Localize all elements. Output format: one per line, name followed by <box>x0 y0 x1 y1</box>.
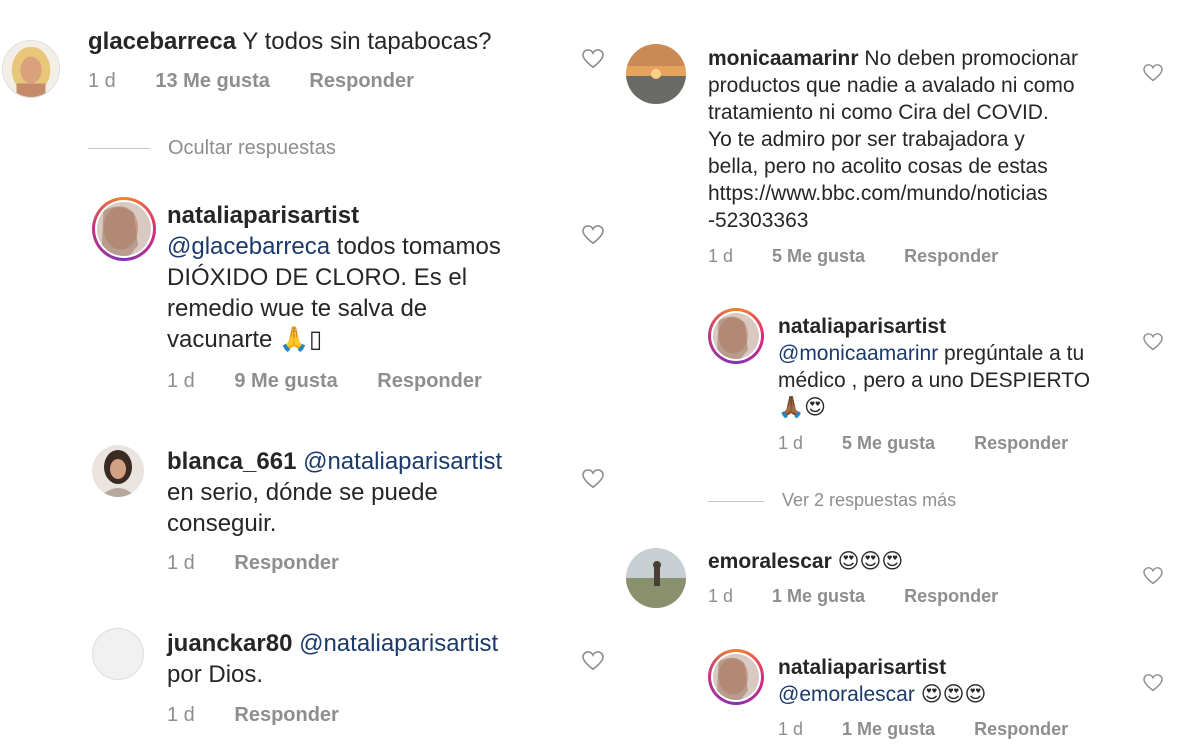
mention-link[interactable]: @nataliaparisartist <box>303 448 502 475</box>
avatar-nataliaparisartist[interactable] <box>708 649 764 705</box>
likes-count[interactable]: 1 Me gusta <box>772 586 865 606</box>
hide-replies-toggle[interactable]: Ocultar respuestas <box>88 137 336 160</box>
comment-text: tratamiento ni como Cira del COVID. <box>708 101 1049 124</box>
avatar-juanckar80[interactable] <box>92 628 144 680</box>
mention-link[interactable]: @monicaamarinr <box>778 342 938 365</box>
comment-time: 1 d <box>167 552 195 574</box>
comment-text: remedio wue te salva de <box>167 295 428 322</box>
like-heart-icon[interactable] <box>582 651 604 671</box>
divider-line <box>88 148 150 150</box>
username-monicaamarinr[interactable]: monicaamarinr <box>708 47 859 70</box>
comment-text: por Dios. <box>167 661 264 688</box>
comment-text: en serio, dónde se puede <box>167 479 438 506</box>
avatar-nataliaparisartist[interactable] <box>92 197 156 261</box>
pray-emoji: 🙏▯ <box>279 325 323 353</box>
avatar-blanca_661[interactable] <box>92 445 144 497</box>
reply-button[interactable]: Responder <box>377 370 481 392</box>
emoji-reaction: 🙏🏾😍 <box>778 395 827 419</box>
comment-text: bella, pero no acolito cosas de estas <box>708 155 1048 178</box>
likes-count[interactable]: 13 Me gusta <box>155 70 269 92</box>
likes-count[interactable]: 1 Me gusta <box>842 719 935 739</box>
username-nataliaparisartist[interactable]: nataliaparisartist <box>167 202 359 229</box>
reply-button[interactable]: Responder <box>904 246 998 266</box>
likes-count[interactable]: 5 Me gusta <box>772 246 865 266</box>
likes-count[interactable]: 9 Me gusta <box>234 370 337 392</box>
username-emoralescar[interactable]: emoralescar <box>708 550 832 573</box>
like-heart-icon[interactable] <box>582 469 604 489</box>
comment-text: No deben promocionar <box>864 47 1079 70</box>
comment-text: productos que nadie a avalado ni como <box>708 74 1075 97</box>
mention-link[interactable]: @glacebarreca <box>167 233 330 260</box>
right-comments-panel: monicaamarinr No deben promocionar produ… <box>615 0 1200 744</box>
like-heart-icon[interactable] <box>1143 567 1163 585</box>
reply-button[interactable]: Responder <box>234 704 338 726</box>
username-nataliaparisartist[interactable]: nataliaparisartist <box>778 315 946 338</box>
comment-time: 1 d <box>778 719 804 739</box>
comment-text: todos tomamos <box>336 233 501 260</box>
reply-button[interactable]: Responder <box>309 70 413 92</box>
comment-time: 1 d <box>88 70 116 92</box>
comment-time: 1 d <box>167 704 195 726</box>
comment-time: 1 d <box>778 433 804 453</box>
comment-time: 1 d <box>708 586 734 606</box>
mention-link[interactable]: @nataliaparisartist <box>299 630 498 657</box>
view-more-replies-toggle[interactable]: Ver 2 respuestas más <box>708 490 956 511</box>
comment-text: Y todos sin tapabocas? <box>242 28 492 55</box>
username-juanckar80[interactable]: juanckar80 <box>167 630 292 657</box>
comment-text: conseguir. <box>167 510 277 537</box>
comment-time: 1 d <box>167 370 195 392</box>
comment-text: médico , pero a uno DESPIERTO <box>778 369 1091 392</box>
mention-link[interactable]: @emoralescar <box>778 683 915 706</box>
avatar-nataliaparisartist[interactable] <box>708 308 764 364</box>
heart-eyes-emoji: 😍😍😍 <box>920 682 987 706</box>
like-heart-icon[interactable] <box>582 225 604 245</box>
comment-time: 1 d <box>708 246 734 266</box>
comment-link[interactable]: -52303363 <box>708 207 1158 234</box>
like-heart-icon[interactable] <box>1143 674 1163 692</box>
reply-button[interactable]: Responder <box>974 719 1068 739</box>
avatar-glacebarreca[interactable] <box>2 40 60 98</box>
avatar-emoralescar[interactable] <box>626 548 686 608</box>
divider-line <box>708 500 764 502</box>
hide-replies-label: Ocultar respuestas <box>168 137 336 159</box>
like-heart-icon[interactable] <box>582 49 604 69</box>
like-heart-icon[interactable] <box>1143 64 1163 82</box>
comment-text: pregúntale a tu <box>944 342 1085 365</box>
comment-text: vacunarte <box>167 326 273 353</box>
left-comments-panel: glacebarreca Y todos sin tapabocas? 1 d … <box>0 0 615 744</box>
reply-button[interactable]: Responder <box>974 433 1068 453</box>
reply-button[interactable]: Responder <box>234 552 338 574</box>
like-heart-icon[interactable] <box>1143 333 1163 351</box>
username-glacebarreca[interactable]: glacebarreca <box>88 28 236 55</box>
avatar-monicaamarinr[interactable] <box>626 44 686 104</box>
username-blanca_661[interactable]: blanca_661 <box>167 448 296 475</box>
comment-text: Yo te admiro por ser trabajadora y <box>708 128 1025 151</box>
username-nataliaparisartist[interactable]: nataliaparisartist <box>778 656 946 679</box>
comment-link[interactable]: https://www.bbc.com/mundo/noticias <box>708 180 1158 207</box>
likes-count[interactable]: 5 Me gusta <box>842 433 935 453</box>
comment-text: DIÓXIDO DE CLORO. Es el <box>167 264 468 291</box>
reply-button[interactable]: Responder <box>904 586 998 606</box>
heart-eyes-emoji: 😍😍😍 <box>837 549 904 573</box>
more-replies-label: Ver 2 respuestas más <box>782 490 957 510</box>
